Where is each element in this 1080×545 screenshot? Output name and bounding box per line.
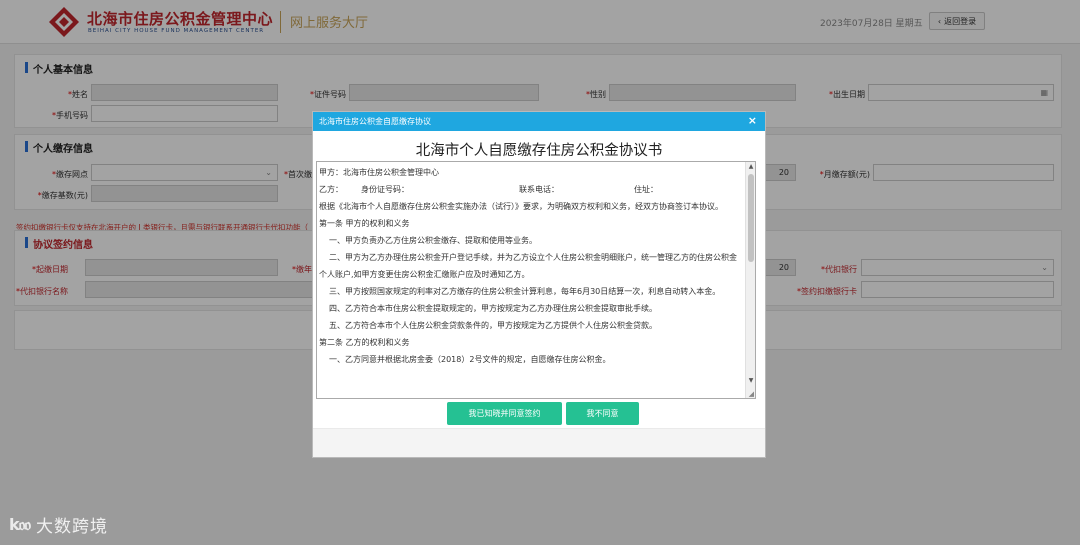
scroll-up-icon[interactable]: ▲ <box>746 163 755 170</box>
party-a-line: 甲方：北海市住房公积金管理中心 <box>319 168 439 177</box>
address-text: 住址： <box>634 185 658 194</box>
scrollbar-thumb[interactable] <box>748 174 754 262</box>
party-b-line: 乙方： 身份证号码： 联系电话： 住址： <box>319 181 741 198</box>
close-icon[interactable]: × <box>748 114 757 127</box>
article-2-clause-1: 一、乙方同意并根据北房金委（2018）2号文件的规定，自愿缴存住房公积金。 <box>329 355 611 364</box>
modal-button-row: 我已知晓并同意签约 我不同意 <box>313 402 765 426</box>
agreement-modal: 北海市住房公积金自愿缴存协议 × 北海市个人自愿缴存住房公积金协议书 甲方：北海… <box>312 111 766 458</box>
phone-text: 联系电话： <box>519 185 559 194</box>
agreement-text: 甲方：北海市住房公积金管理中心 乙方： 身份证号码： 联系电话： 住址： 根据《… <box>317 162 745 368</box>
id-number-text: 身份证号码： <box>361 185 409 194</box>
modal-footer <box>313 428 765 457</box>
watermark-logo: k𝔬𝔬 <box>9 514 31 534</box>
basis-paragraph: 根据《北海市个人自愿缴存住房公积金实施办法（试行）》要求，为明确双方权利和义务，… <box>319 202 723 211</box>
agree-sign-button[interactable]: 我已知晓并同意签约 <box>447 402 562 425</box>
article-2-heading: 第二条 乙方的权利和义务 <box>319 338 410 347</box>
agreement-document-title: 北海市个人自愿缴存住房公积金协议书 <box>415 143 663 159</box>
article-1-clause-4: 四、乙方符合本市住房公积金提取规定的，甲方按规定为乙方办理住房公积金提取审批手续… <box>329 304 657 313</box>
decline-button[interactable]: 我不同意 <box>566 402 639 425</box>
agreement-scrollbar[interactable]: ▲ ▼ <box>745 162 755 398</box>
agreement-textarea[interactable]: 甲方：北海市住房公积金管理中心 乙方： 身份证号码： 联系电话： 住址： 根据《… <box>316 161 756 399</box>
resize-grip-icon[interactable]: ◢ <box>749 390 754 398</box>
article-1-clause-1: 一、甲方负责办乙方住房公积金缴存、提取和使用等业务。 <box>329 236 537 245</box>
scroll-down-icon[interactable]: ▼ <box>746 377 755 384</box>
article-1-clause-3: 三、甲方按照国家规定的利率对乙方缴存的住房公积金计算利息，每年6月30日结算一次… <box>329 287 721 296</box>
modal-header: 北海市住房公积金自愿缴存协议 × <box>313 112 765 131</box>
article-1-clause-5: 五、乙方符合本市个人住房公积金贷款条件的，甲方按规定为乙方提供个人住房公积金贷款… <box>329 321 657 330</box>
party-b-label: 乙方： <box>319 185 343 194</box>
watermark-text: 大数跨境 <box>36 517 108 537</box>
article-1-heading: 第一条 甲方的权利和义务 <box>319 219 410 228</box>
article-1-clause-2: 二、甲方为乙方办理住房公积金开户登记手续，并为乙方设立个人住房公积金明细账户，统… <box>319 253 737 279</box>
modal-header-title: 北海市住房公积金自愿缴存协议 <box>319 117 431 126</box>
watermark: k𝔬𝔬 大数跨境 <box>9 512 108 538</box>
